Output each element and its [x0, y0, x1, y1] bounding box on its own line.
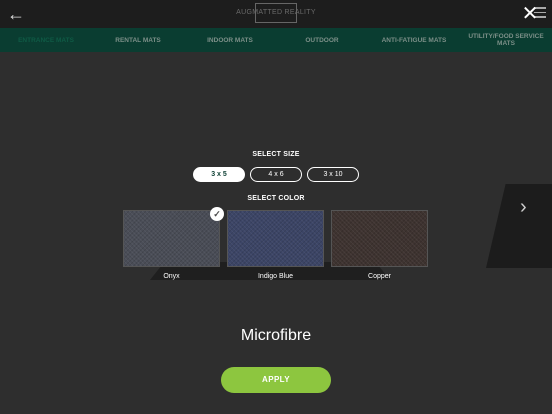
checkmark-icon: ✓	[210, 207, 224, 221]
logo-text: AUGMATTED REALITY	[236, 9, 316, 16]
size-option-4x6[interactable]: 4 x 6	[250, 167, 302, 182]
nav-item-entrance-mats[interactable]: ENTRANCE MATS	[0, 37, 92, 44]
size-option-3x10[interactable]: 3 x 10	[307, 167, 359, 182]
color-swatch-copper[interactable]	[331, 210, 428, 267]
category-nav: ENTRANCE MATS RENTAL MATS INDOOR MATS OU…	[0, 28, 552, 52]
size-option-3x5[interactable]: 3 x 5	[193, 167, 245, 182]
color-swatch-indigo-blue[interactable]	[227, 210, 324, 267]
nav-item-utility-food-service-mats[interactable]: UTILITY/FOOD SERVICE MATS	[460, 33, 552, 47]
nav-item-rental-mats[interactable]: RENTAL MATS	[92, 37, 184, 44]
select-color-label: SELECT COLOR	[247, 195, 305, 202]
color-label-indigo-blue: Indigo Blue	[257, 273, 294, 280]
product-title: Microfibre	[240, 327, 312, 344]
nav-item-indoor-mats[interactable]: INDOOR MATS	[184, 37, 276, 44]
top-bar: ← AUGMATTED REALITY	[0, 0, 552, 28]
apply-button[interactable]: APPLY	[221, 367, 331, 393]
app-logo: AUGMATTED REALITY	[234, 3, 318, 23]
arrow-left-icon[interactable]: ←	[6, 4, 26, 24]
color-label-onyx: Onyx	[163, 273, 180, 280]
nav-item-anti-fatigue-mats[interactable]: ANTI-FATIGUE MATS	[368, 37, 460, 44]
color-label-copper: Copper	[368, 273, 391, 280]
close-icon[interactable]: ✕	[520, 4, 540, 24]
nav-item-outdoor[interactable]: OUTDOOR	[276, 37, 368, 44]
select-size-label: SELECT SIZE	[252, 151, 300, 158]
color-swatch-onyx[interactable]	[123, 210, 220, 267]
